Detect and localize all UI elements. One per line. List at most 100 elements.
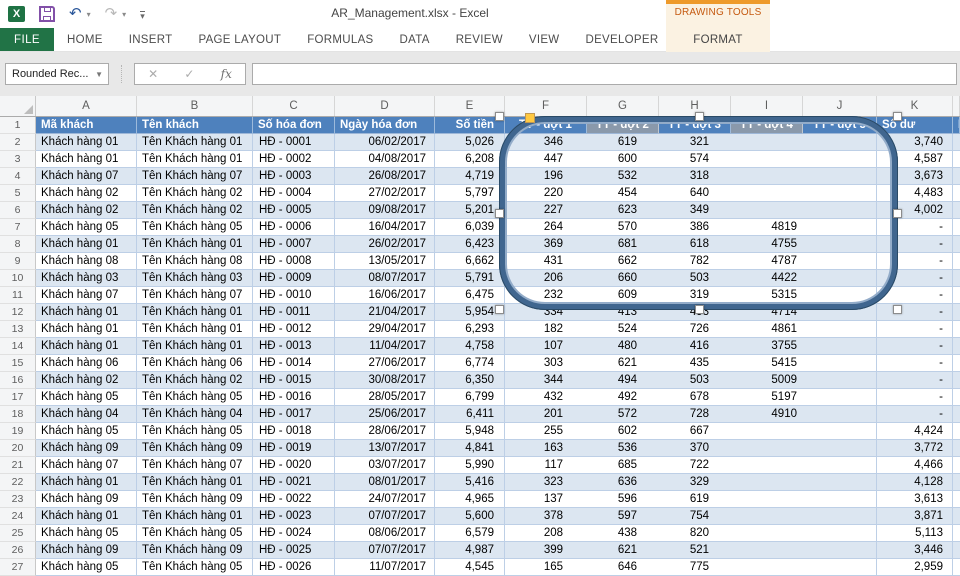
cell[interactable]: Khách hàng 01: [36, 508, 137, 525]
cell[interactable]: 2,959: [877, 559, 953, 576]
cell[interactable]: 13/07/2017: [335, 440, 435, 457]
cell[interactable]: 621: [587, 355, 659, 372]
cell[interactable]: 685: [587, 457, 659, 474]
cell[interactable]: 11/04/2017: [335, 338, 435, 355]
cell[interactable]: 255: [505, 423, 587, 440]
cell[interactable]: 329: [659, 474, 731, 491]
row-header-10[interactable]: 10: [0, 270, 36, 287]
cell[interactable]: [953, 185, 960, 202]
cell[interactable]: 165: [505, 559, 587, 576]
cell[interactable]: [953, 440, 960, 457]
cell[interactable]: 536: [587, 440, 659, 457]
cell[interactable]: 5,990: [435, 457, 505, 474]
cell[interactable]: 4861: [731, 321, 803, 338]
cell[interactable]: 6,579: [435, 525, 505, 542]
cell[interactable]: HĐ - 0005: [253, 202, 335, 219]
cell[interactable]: 3,772: [877, 440, 953, 457]
row-header-13[interactable]: 13: [0, 321, 36, 338]
cell[interactable]: 378: [505, 508, 587, 525]
cell[interactable]: Tên Khách hàng 01: [137, 151, 253, 168]
cell[interactable]: 07/07/2017: [335, 542, 435, 559]
cell[interactable]: Khách hàng 05: [36, 219, 137, 236]
cell[interactable]: [803, 389, 877, 406]
cell[interactable]: Khách hàng 01: [36, 304, 137, 321]
tab-insert[interactable]: INSERT: [116, 28, 186, 51]
row-header-16[interactable]: 16: [0, 372, 36, 389]
row-header-11[interactable]: 11: [0, 287, 36, 304]
column-header-F[interactable]: F: [505, 96, 587, 116]
cell[interactable]: HĐ - 0014: [253, 355, 335, 372]
cell[interactable]: [803, 491, 877, 508]
cell[interactable]: Tên Khách hàng 09: [137, 491, 253, 508]
header-cell[interactable]: Mã khách: [36, 117, 137, 134]
cell[interactable]: 6,350: [435, 372, 505, 389]
cell[interactable]: Tên Khách hàng 01: [137, 236, 253, 253]
column-header-A[interactable]: A: [36, 96, 137, 116]
header-cell[interactable]: Số hóa đơn: [253, 117, 335, 134]
row-header-25[interactable]: 25: [0, 525, 36, 542]
cell[interactable]: Khách hàng 04: [36, 406, 137, 423]
cell[interactable]: 596: [587, 491, 659, 508]
tab-page-layout[interactable]: PAGE LAYOUT: [185, 28, 294, 51]
cell[interactable]: 521: [659, 542, 731, 559]
cell[interactable]: 27/02/2017: [335, 185, 435, 202]
cell[interactable]: Khách hàng 03: [36, 270, 137, 287]
resize-handle-top-right[interactable]: [893, 112, 902, 121]
cell[interactable]: 5,797: [435, 185, 505, 202]
cell[interactable]: 16/06/2017: [335, 287, 435, 304]
cell[interactable]: HĐ - 0004: [253, 185, 335, 202]
row-header-2[interactable]: 2: [0, 134, 36, 151]
select-all-corner[interactable]: [0, 96, 36, 116]
cell[interactable]: 4,128: [877, 474, 953, 491]
cell[interactable]: HĐ - 0003: [253, 168, 335, 185]
cell[interactable]: [803, 559, 877, 576]
cell[interactable]: [953, 372, 960, 389]
cell[interactable]: 726: [659, 321, 731, 338]
tab-home[interactable]: HOME: [54, 28, 116, 51]
cell[interactable]: 6,423: [435, 236, 505, 253]
cell[interactable]: Khách hàng 07: [36, 168, 137, 185]
cell[interactable]: [953, 457, 960, 474]
cell[interactable]: HĐ - 0008: [253, 253, 335, 270]
cell[interactable]: Tên Khách hàng 07: [137, 287, 253, 304]
header-cell[interactable]: Ngày hóa đơn: [335, 117, 435, 134]
cell[interactable]: [953, 491, 960, 508]
rounded-rectangle-shape[interactable]: [499, 116, 898, 310]
cell[interactable]: 5,113: [877, 525, 953, 542]
cell[interactable]: Tên Khách hàng 01: [137, 321, 253, 338]
tab-view[interactable]: VIEW: [516, 28, 573, 51]
column-header-G[interactable]: G: [587, 96, 659, 116]
resize-handle-top-center[interactable]: [695, 112, 704, 121]
cell[interactable]: 5415: [731, 355, 803, 372]
cell[interactable]: 6,208: [435, 151, 505, 168]
cell[interactable]: 494: [587, 372, 659, 389]
cell[interactable]: [731, 474, 803, 491]
cell[interactable]: Khách hàng 09: [36, 491, 137, 508]
row-header-4[interactable]: 4: [0, 168, 36, 185]
cell[interactable]: -: [877, 389, 953, 406]
cell[interactable]: 4,545: [435, 559, 505, 576]
cell[interactable]: 646: [587, 559, 659, 576]
cell[interactable]: HĐ - 0018: [253, 423, 335, 440]
resize-handle-mid-left[interactable]: [495, 209, 504, 218]
column-header-partial[interactable]: [953, 96, 960, 116]
cell[interactable]: 5,948: [435, 423, 505, 440]
enter-icon[interactable]: ✓: [184, 67, 194, 81]
cell[interactable]: [731, 525, 803, 542]
cell[interactable]: Khách hàng 01: [36, 236, 137, 253]
row-header-17[interactable]: 17: [0, 389, 36, 406]
cell[interactable]: [953, 219, 960, 236]
resize-handle-top-left[interactable]: [495, 112, 504, 121]
cell[interactable]: [953, 321, 960, 338]
cell[interactable]: [953, 253, 960, 270]
cell[interactable]: [803, 355, 877, 372]
row-header-21[interactable]: 21: [0, 457, 36, 474]
cell[interactable]: 107: [505, 338, 587, 355]
header-cell[interactable]: Tên khách: [137, 117, 253, 134]
row-header-24[interactable]: 24: [0, 508, 36, 525]
cell[interactable]: [953, 338, 960, 355]
cell[interactable]: Tên Khách hàng 08: [137, 253, 253, 270]
cell[interactable]: Tên Khách hàng 01: [137, 338, 253, 355]
cell[interactable]: [953, 151, 960, 168]
cell[interactable]: Tên Khách hàng 02: [137, 202, 253, 219]
